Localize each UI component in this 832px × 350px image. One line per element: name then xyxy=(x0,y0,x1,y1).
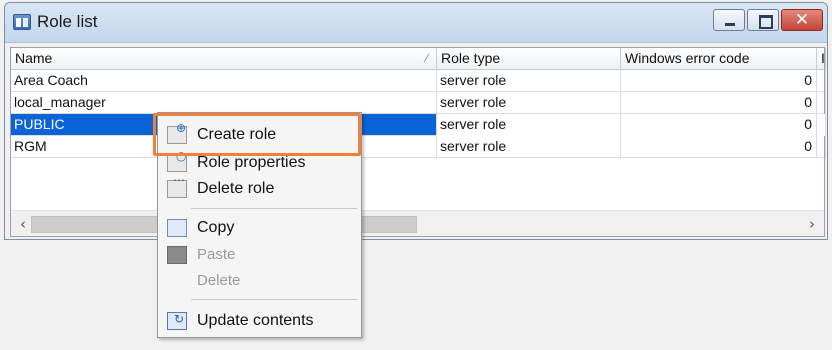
cell-error-code: 0 xyxy=(621,70,817,92)
cell-id xyxy=(817,92,826,114)
column-header-role-type[interactable]: Role type xyxy=(437,48,621,70)
scroll-right-icon[interactable]: › xyxy=(802,215,822,233)
window-title: Role list xyxy=(37,12,98,31)
sort-indicator-icon: ⁄ xyxy=(425,51,428,65)
cell-error-code: 0 xyxy=(621,136,817,158)
maximize-button[interactable] xyxy=(747,9,779,31)
menu-item-label: Update contents xyxy=(197,312,314,329)
table-row[interactable]: RGM server role 0 xyxy=(11,136,826,158)
minimize-button[interactable] xyxy=(713,9,745,31)
menu-item-label: Paste xyxy=(197,246,236,263)
window-controls: ✕ xyxy=(713,9,823,31)
menu-item-delete[interactable]: Delete xyxy=(161,269,358,293)
update-contents-icon: ↻ xyxy=(167,312,187,330)
cell-id xyxy=(817,114,826,136)
menu-item-label: Delete role xyxy=(197,180,275,197)
menu-separator xyxy=(191,299,357,300)
close-icon: ✕ xyxy=(794,10,810,30)
role-properties-icon: ○ xyxy=(167,149,187,172)
table-row[interactable]: Area Coach server role 0 xyxy=(11,70,826,92)
menu-item-copy[interactable]: Copy xyxy=(161,216,358,240)
column-header-id[interactable]: Id xyxy=(817,48,826,70)
menu-item-update-contents[interactable]: ↻ Update contents xyxy=(161,309,358,333)
cell-name: local_manager xyxy=(11,92,437,114)
cell-role-type: server role xyxy=(437,136,621,158)
menu-item-label: Role properties xyxy=(197,154,306,171)
delete-role-icon: ⋯ xyxy=(167,173,187,198)
cell-role-type: server role xyxy=(437,114,621,136)
menu-item-paste[interactable]: Paste xyxy=(161,243,358,267)
paste-icon xyxy=(167,246,187,264)
scroll-left-icon[interactable]: ‹ xyxy=(13,215,33,233)
window-icon xyxy=(13,14,31,30)
copy-icon xyxy=(167,219,187,237)
table-header: Name ⁄ Role type Windows error code Id xyxy=(11,48,826,70)
close-button[interactable]: ✕ xyxy=(781,9,823,31)
menu-separator xyxy=(191,208,357,209)
menu-item-delete-role[interactable]: ⋯ Delete role xyxy=(161,173,358,201)
cell-role-type: server role xyxy=(437,92,621,114)
menu-item-label: Delete xyxy=(197,272,241,289)
column-header-name-label: Name xyxy=(15,50,53,66)
cell-error-code: 0 xyxy=(621,114,817,136)
column-header-windows-error-code[interactable]: Windows error code xyxy=(621,48,817,70)
cell-error-code: 0 xyxy=(621,92,817,114)
roles-table: Name ⁄ Role type Windows error code Id Ar… xyxy=(10,47,826,237)
column-header-name[interactable]: Name ⁄ xyxy=(11,48,437,70)
table-row-selected[interactable]: PUBLIC server role 0 xyxy=(11,114,826,136)
role-list-window: Role list ✕ Name ⁄ Role type Windows erro… xyxy=(4,2,828,240)
menu-item-label: Copy xyxy=(197,219,235,236)
horizontal-scrollbar[interactable]: ‹ › xyxy=(11,210,824,236)
cell-name: Area Coach xyxy=(11,70,437,92)
highlight-box xyxy=(153,113,361,156)
table-row[interactable]: local_manager server role 0 xyxy=(11,92,826,114)
title-bar[interactable]: Role list ✕ xyxy=(5,3,827,43)
cell-id xyxy=(817,70,826,92)
cell-id xyxy=(817,136,826,158)
cell-role-type: server role xyxy=(437,70,621,92)
